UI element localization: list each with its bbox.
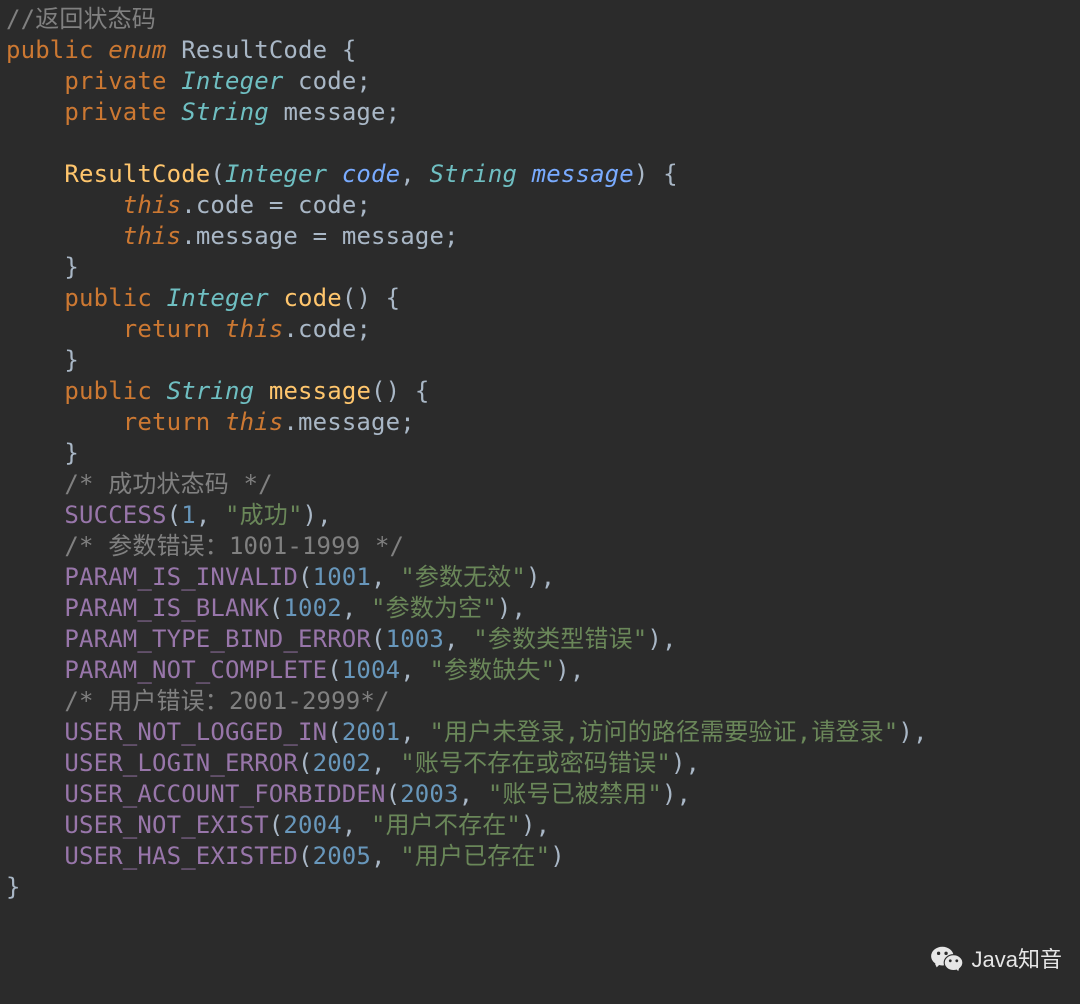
kw-private: private: [64, 98, 166, 126]
str-success: "成功": [225, 501, 303, 529]
enum-param-type-bind: PARAM_TYPE_BIND_ERROR: [64, 625, 371, 653]
ref-param-message: message: [342, 222, 444, 250]
num-1004: 1004: [342, 656, 400, 684]
wechat-icon: [930, 944, 964, 972]
ctor-name: ResultCode: [64, 160, 210, 188]
enum-param-blank: PARAM_IS_BLANK: [64, 594, 268, 622]
num-1002: 1002: [283, 594, 341, 622]
ref-message: message: [196, 222, 298, 250]
kw-public: public: [6, 36, 94, 64]
field-code: code: [298, 67, 356, 95]
enum-user-has-existed: USER_HAS_EXISTED: [64, 842, 298, 870]
num-2002: 2002: [313, 749, 371, 777]
comment-top: //返回状态码: [6, 5, 156, 33]
kw-return: return: [123, 315, 211, 343]
num-1001: 1001: [313, 563, 371, 591]
str-user-not-logged: "用户未登录,访问的路径需要验证,请登录": [429, 718, 898, 746]
comment-param: /* 参数错误：1001-1999 */: [64, 532, 404, 560]
type-string: String: [181, 98, 269, 126]
kw-this: this: [225, 408, 283, 436]
enum-success: SUCCESS: [64, 501, 166, 529]
num-2001: 2001: [342, 718, 400, 746]
ref-param-code: code: [298, 191, 356, 219]
num-2005: 2005: [313, 842, 371, 870]
ref-code: code: [298, 315, 356, 343]
class-name: ResultCode: [181, 36, 327, 64]
enum-param-invalid: PARAM_IS_INVALID: [64, 563, 298, 591]
kw-this: this: [225, 315, 283, 343]
code-block: //返回状态码 public enum ResultCode { private…: [0, 0, 1080, 907]
enum-user-not-exist: USER_NOT_EXIST: [64, 811, 268, 839]
param-code: code: [342, 160, 400, 188]
type-string: String: [167, 377, 255, 405]
type-string: String: [429, 160, 517, 188]
num-2003: 2003: [400, 780, 458, 808]
param-message: message: [532, 160, 634, 188]
ref-message: message: [298, 408, 400, 436]
kw-private: private: [64, 67, 166, 95]
watermark: Java知音: [930, 942, 1062, 974]
enum-user-not-logged: USER_NOT_LOGGED_IN: [64, 718, 327, 746]
str-user-has-existed: "用户已存在": [400, 842, 550, 870]
num-1003: 1003: [386, 625, 444, 653]
type-integer: Integer: [181, 67, 283, 95]
method-message: message: [269, 377, 371, 405]
kw-this: this: [123, 191, 181, 219]
enum-user-forbidden: USER_ACCOUNT_FORBIDDEN: [64, 780, 385, 808]
enum-param-not-complete: PARAM_NOT_COMPLETE: [64, 656, 327, 684]
str-param-blank: "参数为空": [371, 594, 497, 622]
str-param-type-bind: "参数类型错误": [473, 625, 647, 653]
str-user-login-error: "账号不存在或密码错误": [400, 749, 671, 777]
kw-return: return: [123, 408, 211, 436]
field-message: message: [283, 98, 385, 126]
type-integer: Integer: [167, 284, 269, 312]
str-user-forbidden: "账号已被禁用": [488, 780, 662, 808]
str-param-not-complete: "参数缺失": [429, 656, 555, 684]
kw-public: public: [64, 377, 152, 405]
comment-user: /* 用户错误：2001-2999*/: [64, 687, 389, 715]
enum-user-login-error: USER_LOGIN_ERROR: [64, 749, 298, 777]
kw-enum: enum: [108, 36, 166, 64]
comment-success: /* 成功状态码 */: [64, 470, 272, 498]
kw-public: public: [64, 284, 152, 312]
type-integer: Integer: [225, 160, 327, 188]
num-2004: 2004: [283, 811, 341, 839]
str-user-not-exist: "用户不存在": [371, 811, 521, 839]
ref-code: code: [196, 191, 254, 219]
num-1: 1: [181, 501, 196, 529]
kw-this: this: [123, 222, 181, 250]
watermark-text: Java知音: [972, 942, 1062, 974]
method-code: code: [283, 284, 341, 312]
str-param-invalid: "参数无效": [400, 563, 526, 591]
